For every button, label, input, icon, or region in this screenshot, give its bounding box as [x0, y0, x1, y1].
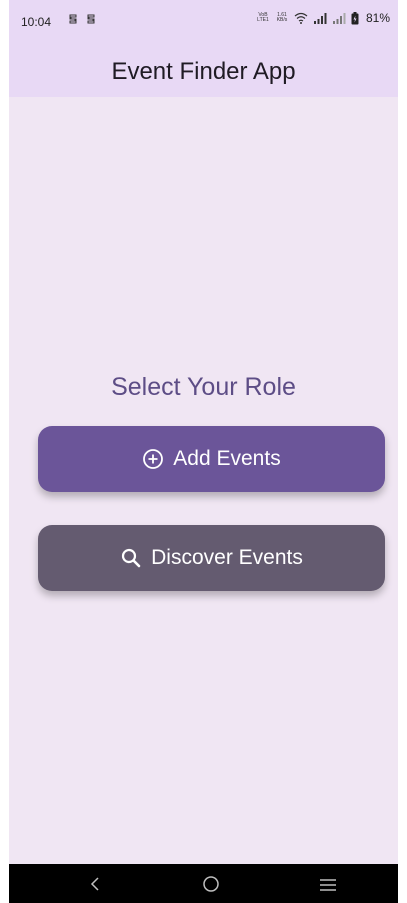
select-role-heading: Select Your Role — [111, 373, 296, 401]
battery-percentage: 81% — [365, 11, 390, 25]
discover-events-label: Discover Events — [151, 546, 303, 569]
menu-icon[interactable] — [319, 878, 337, 892]
network-type-label: VoB LTE1 — [257, 12, 269, 23]
status-bar: 10:04 VoB LTE1 1.61 KB/s 81% — [9, 0, 398, 36]
signal-icon — [332, 12, 346, 24]
app-header: 10:04 VoB LTE1 1.61 KB/s 81% Event Finde… — [9, 0, 398, 97]
add-circle-icon — [143, 449, 164, 469]
add-events-button[interactable]: Add Events — [38, 426, 385, 492]
network-speed: 1.61 KB/s — [276, 12, 288, 23]
circle-home-icon[interactable] — [202, 875, 220, 893]
phone-screen: 10:04 VoB LTE1 1.61 KB/s 81% Event Finde… — [9, 0, 398, 903]
system-navigation-bar — [9, 864, 398, 903]
status-system-icons: VoB LTE1 1.61 KB/s 81% — [256, 11, 390, 25]
add-events-label: Add Events — [173, 447, 281, 470]
status-notification-icons — [67, 13, 97, 25]
wifi-icon — [294, 12, 308, 24]
notification-s-icon — [87, 14, 95, 24]
status-time: 10:04 — [21, 15, 52, 29]
signal-icon — [313, 12, 327, 24]
chevron-left-icon[interactable] — [88, 876, 102, 892]
battery-icon — [351, 11, 359, 24]
search-icon — [122, 548, 141, 568]
discover-events-button[interactable]: Discover Events — [38, 525, 385, 591]
app-title: Event Finder App — [111, 58, 296, 85]
notification-s-icon — [69, 14, 77, 24]
